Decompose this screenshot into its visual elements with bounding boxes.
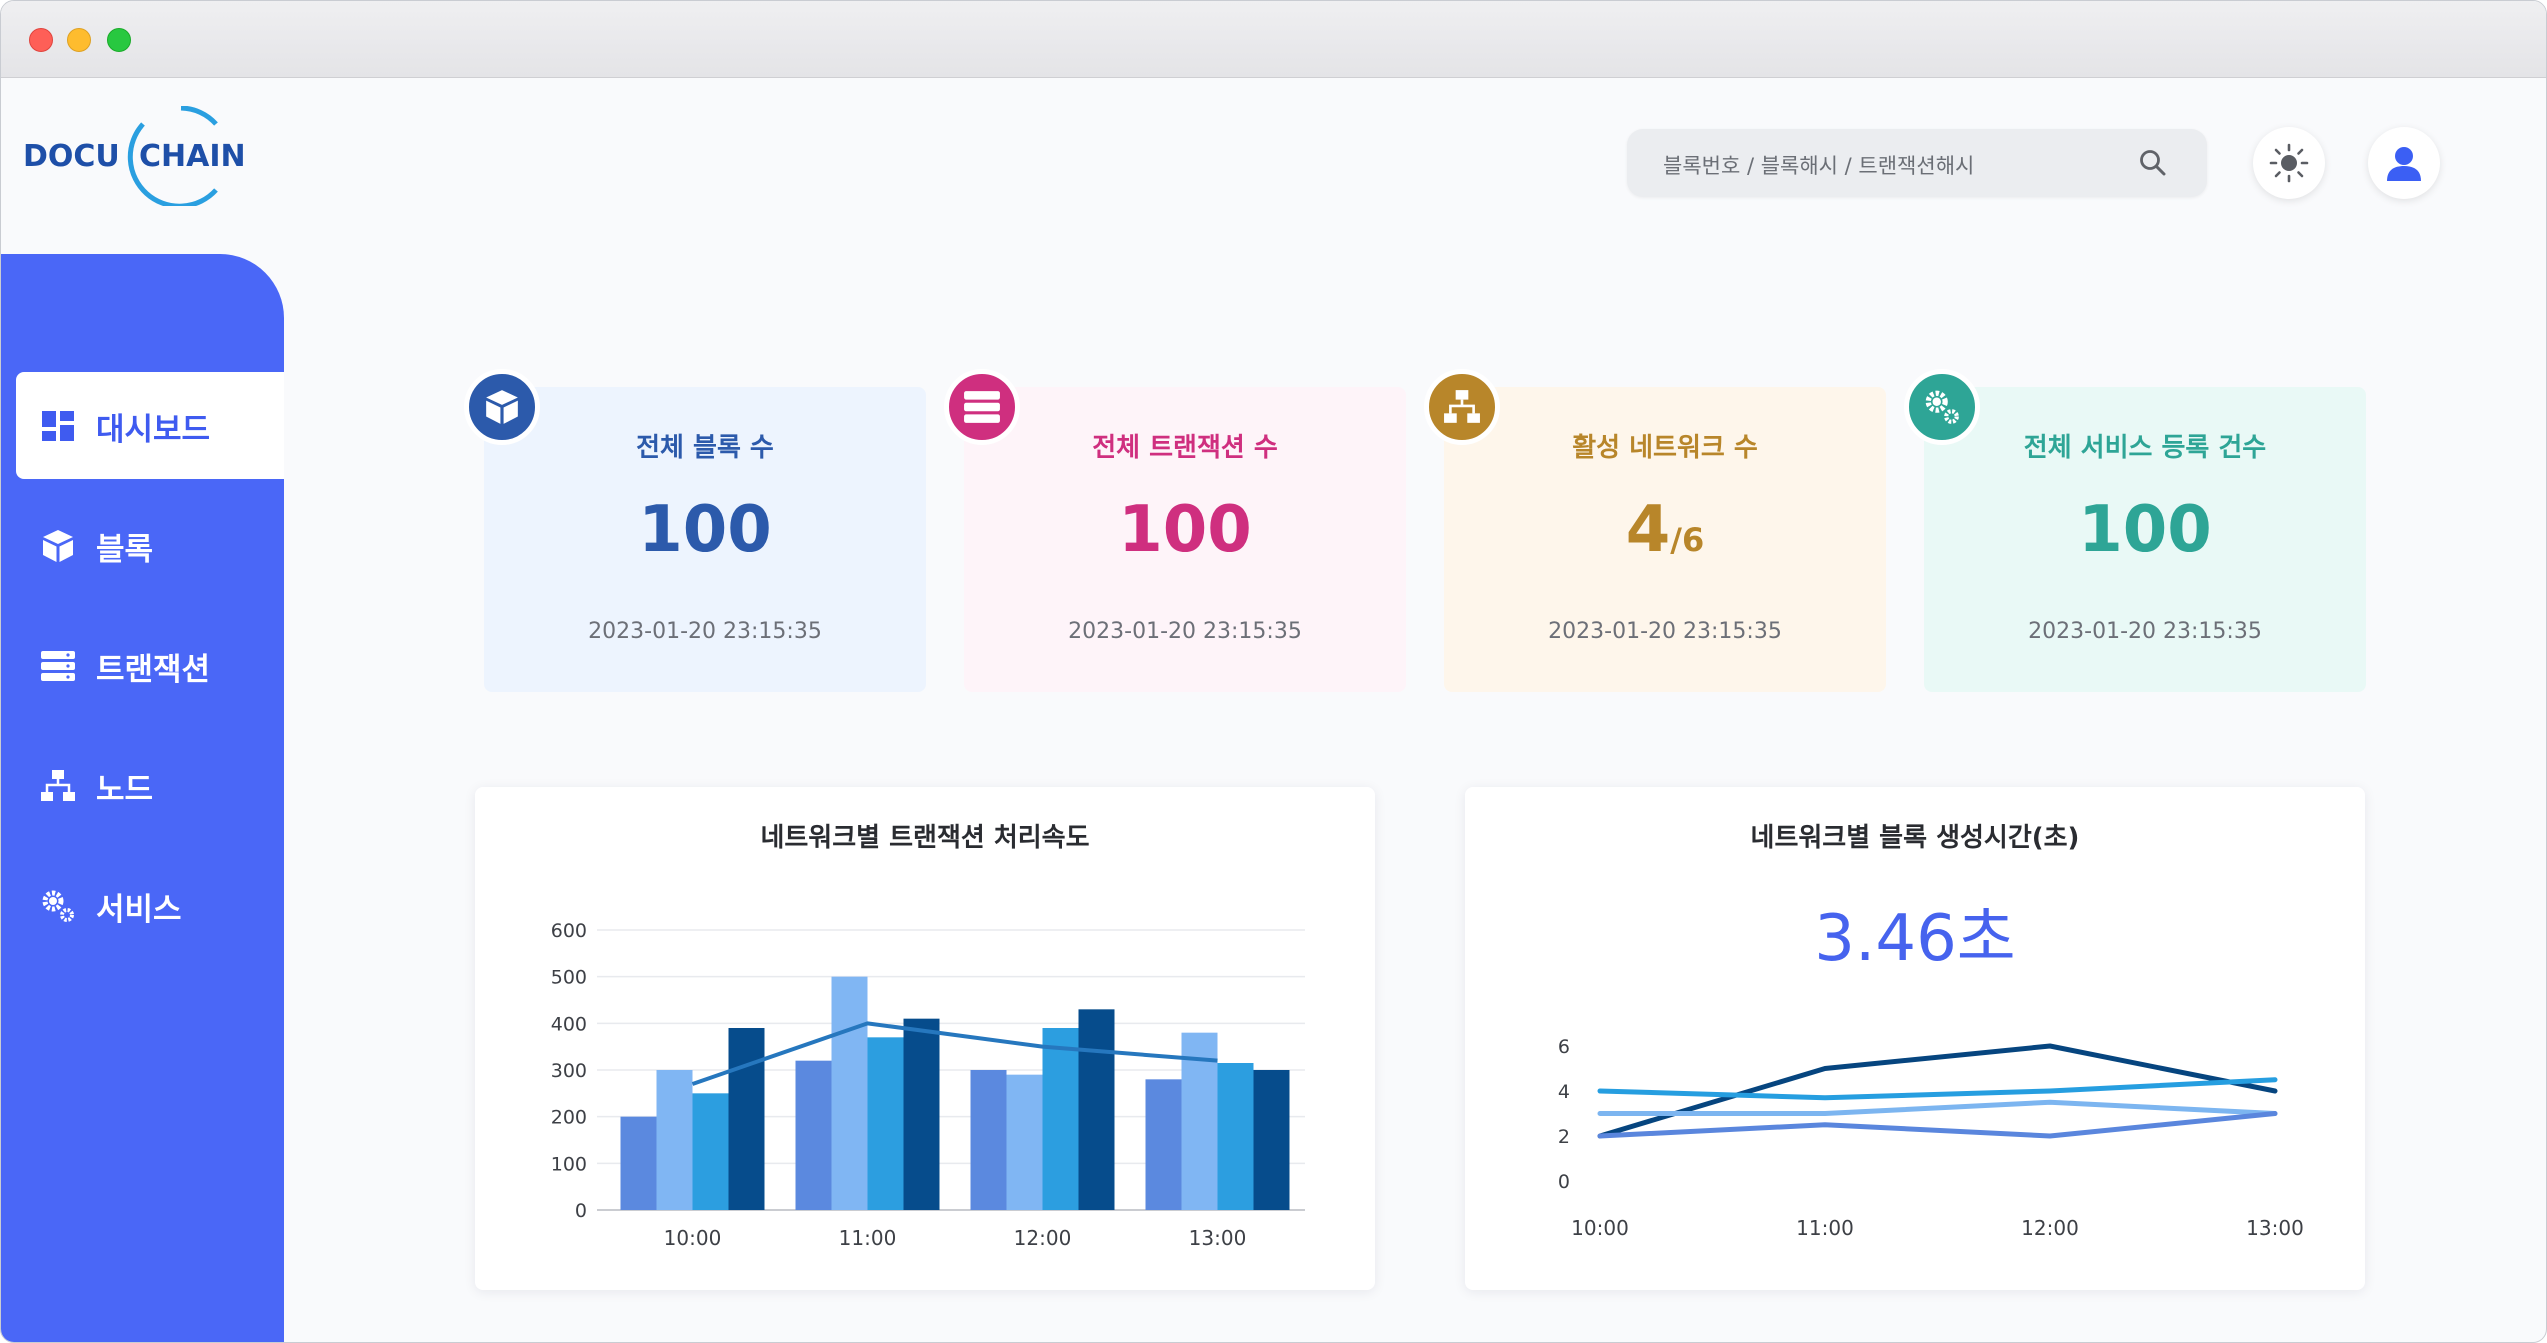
bar	[1253, 1070, 1290, 1210]
x-tick-label: 11:00	[1796, 1216, 1854, 1240]
line-chart[interactable]: 0 2 4 6 10:00 11:00 12:00 13:00	[1465, 787, 2365, 1290]
sidebar-item-label: 트랜잭션	[96, 652, 211, 688]
search-input[interactable]: 블록번호 / 블록해시 / 트랜잭션해시	[1627, 129, 2207, 197]
sun-icon	[2269, 143, 2309, 183]
logo-text-right: CHAIN	[139, 139, 246, 174]
bar	[903, 1018, 940, 1210]
bar	[831, 976, 868, 1210]
docuchain-logo[interactable]: DOCU CHAIN	[21, 106, 261, 206]
theme-toggle-button[interactable]	[2253, 127, 2325, 199]
gears-icon	[1925, 390, 1959, 424]
y-tick-label: 400	[551, 1013, 587, 1035]
bar	[1078, 1009, 1115, 1210]
y-tick-label: 4	[1558, 1081, 1570, 1103]
search-placeholder: 블록번호 / 블록해시 / 트랜잭션해시	[1663, 154, 1975, 178]
y-tick-label: 100	[551, 1153, 587, 1175]
sidebar-item-label: 블록	[96, 532, 154, 568]
user-profile-button[interactable]	[2368, 127, 2440, 199]
server-icon	[41, 651, 75, 681]
y-tick-label: 6	[1558, 1036, 1570, 1058]
bar	[970, 1070, 1007, 1210]
browser-window: DOCU CHAIN 블록번호 / 블록해시 / 트랜잭션해시 대시보드 블록 …	[0, 0, 2547, 1343]
x-tick-label: 13:00	[1189, 1226, 1247, 1250]
chart-card-block-time: 네트워크별 블록 생성시간(초) 3.46초 0 2 4 6 10:00 11:00 12:…	[1465, 787, 2365, 1290]
stat-timestamp: 2023-01-20 23:15:35	[1548, 619, 1782, 644]
server-icon	[964, 391, 1000, 423]
y-tick-label: 0	[1558, 1171, 1570, 1193]
network-icon	[41, 770, 75, 801]
bar	[656, 1070, 693, 1210]
bar	[1006, 1074, 1043, 1210]
series-line	[1597, 1111, 2278, 1139]
sidebar-item-transaction[interactable]: 트랜잭션	[16, 612, 284, 719]
x-tick-label: 13:00	[2246, 1216, 2304, 1240]
y-tick-label: 200	[551, 1107, 587, 1129]
dashboard-icon	[42, 411, 74, 441]
sidebar: 대시보드 블록 트랜잭션 노드 서비스	[1, 254, 284, 1342]
cube-icon	[43, 530, 73, 562]
sidebar-item-service[interactable]: 서비스	[16, 852, 284, 959]
gears-icon	[42, 890, 74, 922]
stat-card-networks[interactable]: 활성 네트워크 수 4/6 2023-01-20 23:15:35	[1424, 369, 1886, 692]
bar	[1217, 1063, 1254, 1210]
sidebar-item-block[interactable]: 블록	[16, 492, 284, 599]
stat-timestamp: 2023-01-20 23:15:35	[588, 619, 822, 644]
trend-line	[691, 1021, 1218, 1086]
stat-card-transactions[interactable]: 전체 트랜잭션 수 100 2023-01-20 23:15:35	[944, 369, 1406, 692]
stat-value-total: /6	[1670, 521, 1705, 559]
stat-value: 4/6	[1625, 493, 1705, 567]
y-tick-label: 0	[575, 1200, 587, 1222]
x-tick-label: 12:00	[1014, 1226, 1072, 1250]
x-tick-label: 10:00	[664, 1226, 722, 1250]
sidebar-item-label: 대시보드	[96, 412, 211, 448]
bar	[620, 1116, 657, 1210]
bar-chart[interactable]: 0 100 200 300 400 500 600 10:00 11:00 12:00 13:00	[475, 787, 1375, 1290]
bar	[1145, 1079, 1182, 1210]
bar	[728, 1028, 765, 1210]
stat-timestamp: 2023-01-20 23:15:35	[1068, 619, 1302, 644]
stat-card-services[interactable]: 전체 서비스 등록 건수 100 2023-01-20 23:15:35	[1904, 369, 2366, 692]
sidebar-item-node[interactable]: 노드	[16, 732, 284, 839]
stat-value: 100	[1118, 493, 1252, 567]
minimize-window-button[interactable]	[67, 28, 91, 52]
search-icon[interactable]	[2137, 147, 2169, 179]
stat-timestamp: 2023-01-20 23:15:35	[2028, 619, 2262, 644]
chart-card-tx-speed: 네트워크별 트랜잭션 처리속도 0 100 200 300 400 500 600 10:00…	[475, 787, 1375, 1290]
y-tick-label: 300	[551, 1060, 587, 1082]
y-tick-label: 2	[1558, 1126, 1570, 1148]
close-window-button[interactable]	[29, 28, 53, 52]
bar	[692, 1093, 729, 1210]
bar	[867, 1037, 904, 1210]
stat-title: 활성 네트워크 수	[1572, 433, 1758, 463]
stat-card-blocks[interactable]: 전체 블록 수 100 2023-01-20 23:15:35	[464, 369, 926, 692]
x-tick-label: 11:00	[839, 1226, 897, 1250]
window-titlebar	[1, 1, 2546, 78]
x-tick-label: 12:00	[2021, 1216, 2079, 1240]
series-line	[1597, 1077, 2278, 1101]
x-tick-label: 10:00	[1571, 1216, 1629, 1240]
stat-title: 전체 서비스 등록 건수	[2023, 433, 2267, 463]
stat-value: 100	[2078, 493, 2212, 567]
stat-title: 전체 트랜잭션 수	[1092, 433, 1278, 463]
logo-text-left: DOCU	[23, 139, 120, 174]
stat-value: 100	[638, 493, 772, 567]
sidebar-item-label: 노드	[96, 772, 154, 808]
bar	[1042, 1028, 1079, 1210]
bar	[795, 1060, 832, 1210]
sidebar-item-label: 서비스	[96, 892, 182, 928]
network-icon	[1444, 390, 1480, 423]
stat-title: 전체 블록 수	[636, 433, 774, 463]
cube-icon	[486, 390, 518, 424]
y-tick-label: 600	[551, 920, 587, 942]
y-tick-label: 500	[551, 967, 587, 989]
maximize-window-button[interactable]	[107, 28, 131, 52]
user-icon	[2387, 147, 2421, 181]
sidebar-item-dashboard[interactable]: 대시보드	[16, 372, 284, 479]
